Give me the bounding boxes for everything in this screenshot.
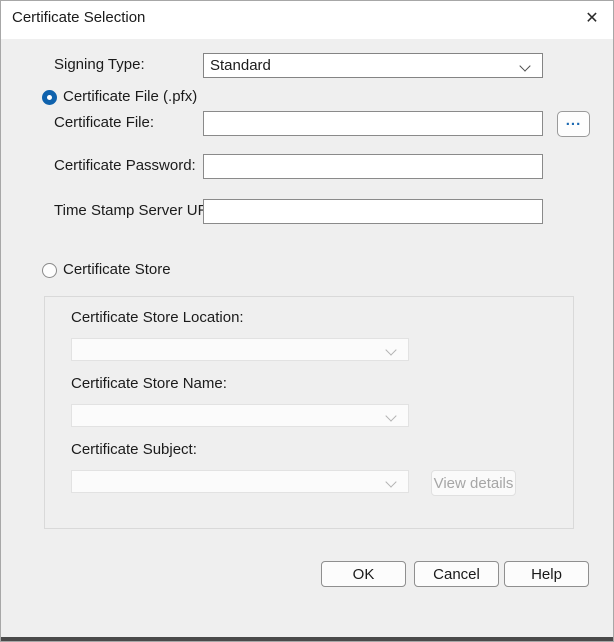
certificate-store-location-dropdown bbox=[71, 338, 409, 361]
certificate-store-radio[interactable] bbox=[42, 263, 57, 278]
view-details-button: View details bbox=[431, 470, 516, 496]
certificate-file-input[interactable] bbox=[203, 111, 543, 136]
cancel-button[interactable]: Cancel bbox=[414, 561, 499, 587]
certificate-password-input[interactable] bbox=[203, 154, 543, 179]
titlebar: Certificate Selection ✕ bbox=[1, 1, 613, 39]
certificate-file-label: Certificate File: bbox=[54, 111, 154, 135]
chevron-down-icon bbox=[519, 60, 530, 71]
signing-type-dropdown[interactable]: Standard bbox=[203, 53, 543, 78]
certificate-store-name-dropdown bbox=[71, 404, 409, 427]
browse-button[interactable]: ... bbox=[557, 111, 590, 137]
certificate-store-radio-label[interactable]: Certificate Store bbox=[63, 262, 171, 278]
dialog-title: Certificate Selection bbox=[12, 1, 145, 35]
ellipsis-icon: ... bbox=[566, 112, 582, 129]
chevron-down-icon bbox=[385, 410, 396, 421]
close-button[interactable]: ✕ bbox=[573, 1, 611, 35]
certificate-store-name-label: Certificate Store Name: bbox=[71, 372, 227, 396]
certificate-file-radio-label[interactable]: Certificate File (.pfx) bbox=[63, 89, 197, 105]
certificate-subject-dropdown bbox=[71, 470, 409, 493]
help-button[interactable]: Help bbox=[504, 561, 589, 587]
signing-type-value: Standard bbox=[210, 57, 271, 74]
timestamp-server-url-input[interactable] bbox=[203, 199, 543, 224]
signing-type-label: Signing Type: bbox=[54, 53, 145, 77]
certificate-selection-dialog: Certificate Selection ✕ Signing Type: St… bbox=[0, 0, 614, 642]
certificate-subject-label: Certificate Subject: bbox=[71, 438, 197, 462]
ok-button[interactable]: OK bbox=[321, 561, 406, 587]
certificate-store-location-label: Certificate Store Location: bbox=[71, 306, 244, 330]
timestamp-server-url-label: Time Stamp Server URL: bbox=[54, 199, 221, 223]
dialog-bottom-edge bbox=[1, 637, 613, 641]
chevron-down-icon bbox=[385, 476, 396, 487]
certificate-password-label: Certificate Password: bbox=[54, 154, 196, 178]
chevron-down-icon bbox=[385, 344, 396, 355]
certificate-file-radio[interactable] bbox=[42, 90, 57, 105]
radio-dot bbox=[47, 95, 52, 100]
close-icon: ✕ bbox=[585, 8, 598, 28]
